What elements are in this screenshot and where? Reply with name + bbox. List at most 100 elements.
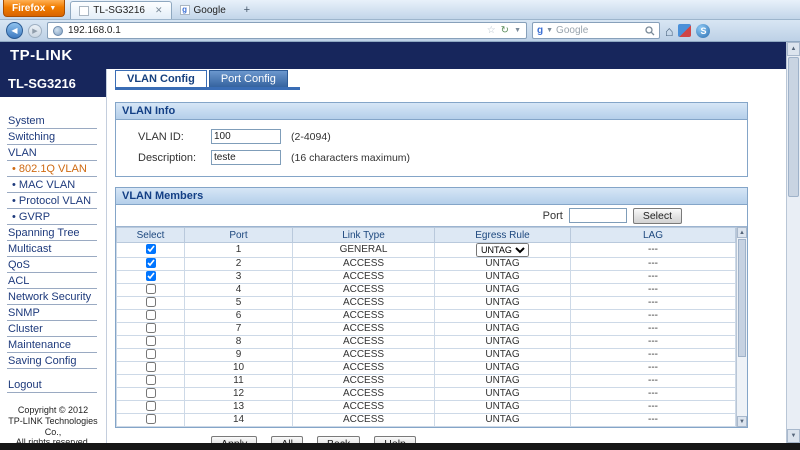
sidebar-item-cluster[interactable]: Cluster bbox=[7, 321, 97, 337]
link-type: ACCESS bbox=[293, 310, 435, 323]
sidebar-item-logout[interactable]: Logout bbox=[7, 377, 97, 393]
search-engine-icon: g bbox=[537, 25, 543, 36]
egress-rule: UNTAG bbox=[435, 414, 571, 427]
vlan-id-input[interactable] bbox=[211, 129, 281, 144]
sidebar-item-802-1q-vlan[interactable]: • 802.1Q VLAN bbox=[7, 161, 97, 177]
vlan-member-row: 10ACCESSUNTAG--- bbox=[117, 362, 736, 375]
egress-rule: UNTAG bbox=[435, 310, 571, 323]
browser-scrollbar[interactable]: ▲ ▼ bbox=[786, 42, 800, 443]
port-select-checkbox[interactable] bbox=[146, 284, 156, 294]
lag-value: --- bbox=[571, 323, 736, 336]
lag-value: --- bbox=[571, 375, 736, 388]
port-select-checkbox[interactable] bbox=[146, 271, 156, 281]
vlan-member-row: 12ACCESSUNTAG--- bbox=[117, 388, 736, 401]
bookmark-star-icon[interactable]: ☆ bbox=[487, 25, 496, 36]
sidebar-item-qos[interactable]: QoS bbox=[7, 257, 97, 273]
port-filter-input[interactable] bbox=[569, 208, 627, 223]
tplink-logo: TP-LINK bbox=[10, 47, 73, 64]
reload-icon[interactable]: ↻ bbox=[501, 25, 509, 36]
port-select-checkbox[interactable] bbox=[146, 297, 156, 307]
copyright-text: Copyright © 2012 TP-LINK Technologies Co… bbox=[0, 405, 106, 443]
vlan-members-table-wrap: Select Port Link Type Egress Rule LAG 1G… bbox=[116, 226, 747, 427]
firefox-menu-button[interactable]: Firefox ▼ bbox=[3, 0, 65, 17]
scroll-up-icon[interactable]: ▲ bbox=[737, 227, 747, 238]
port-select-checkbox[interactable] bbox=[146, 388, 156, 398]
sidebar-item-mac-vlan[interactable]: • MAC VLAN bbox=[7, 177, 97, 193]
url-dropdown-icon[interactable]: ▼ bbox=[514, 27, 521, 34]
port-select-checkbox[interactable] bbox=[146, 244, 156, 254]
table-scrollbar[interactable]: ▲ ▼ bbox=[736, 227, 747, 427]
search-icon[interactable] bbox=[645, 26, 655, 36]
col-egress-rule: Egress Rule bbox=[435, 228, 571, 243]
sidebar-item-multicast[interactable]: Multicast bbox=[7, 241, 97, 257]
search-input[interactable]: Google bbox=[556, 25, 642, 36]
scrollbar-thumb[interactable] bbox=[788, 57, 799, 197]
forward-button[interactable]: ▶ bbox=[28, 24, 42, 38]
sidebar-item-maintenance[interactable]: Maintenance bbox=[7, 337, 97, 353]
addon-icon-round[interactable]: S bbox=[696, 24, 710, 38]
browser-navbar: ◀ ▶ 192.168.0.1 ☆ ↻ ▼ g ▼ Google ⌂ S bbox=[0, 20, 800, 42]
content-tabstrip: VLAN Config Port Config bbox=[115, 70, 300, 90]
sidebar-item-gvrp[interactable]: • GVRP bbox=[7, 209, 97, 225]
apply-button[interactable]: Apply bbox=[211, 436, 257, 443]
addon-icon[interactable] bbox=[678, 24, 691, 37]
search-box[interactable]: g ▼ Google bbox=[532, 22, 660, 39]
sidebar-item-switching[interactable]: Switching bbox=[7, 129, 97, 145]
lag-value: --- bbox=[571, 243, 736, 258]
port-select-checkbox[interactable] bbox=[146, 375, 156, 385]
scroll-down-icon[interactable]: ▼ bbox=[787, 429, 800, 443]
browser-tab-tl-sg3216[interactable]: TL-SG3216 ✕ bbox=[70, 1, 171, 19]
vlan-member-row: 13ACCESSUNTAG--- bbox=[117, 401, 736, 414]
port-filter-label: Port bbox=[543, 210, 563, 222]
sidebar-item-spanning-tree[interactable]: Spanning Tree bbox=[7, 225, 97, 241]
scroll-down-icon[interactable]: ▼ bbox=[737, 416, 747, 427]
sidebar-item-system[interactable]: System bbox=[7, 113, 97, 129]
link-type: GENERAL bbox=[293, 243, 435, 258]
egress-rule: UNTAG bbox=[435, 336, 571, 349]
home-icon[interactable]: ⌂ bbox=[665, 24, 673, 38]
search-engine-dropdown-icon[interactable]: ▼ bbox=[546, 27, 553, 34]
site-identity-icon[interactable] bbox=[53, 26, 63, 36]
scroll-up-icon[interactable]: ▲ bbox=[787, 42, 800, 56]
egress-rule-select[interactable]: UNTAG bbox=[476, 243, 529, 257]
sidebar-item-saving-config[interactable]: Saving Config bbox=[7, 353, 97, 369]
sidebar-item-acl[interactable]: ACL bbox=[7, 273, 97, 289]
port-select-checkbox[interactable] bbox=[146, 258, 156, 268]
scrollbar-thumb[interactable] bbox=[738, 239, 746, 357]
url-bar[interactable]: 192.168.0.1 ☆ ↻ ▼ bbox=[47, 22, 527, 39]
port-select-checkbox[interactable] bbox=[146, 310, 156, 320]
sidebar-item-vlan[interactable]: VLAN bbox=[7, 145, 97, 161]
url-text[interactable]: 192.168.0.1 bbox=[68, 25, 482, 36]
vlan-member-row: 1GENERALUNTAG--- bbox=[117, 243, 736, 258]
egress-rule: UNTAG bbox=[435, 243, 571, 258]
sidebar-item-network-security[interactable]: Network Security bbox=[7, 289, 97, 305]
help-button[interactable]: Help bbox=[374, 436, 416, 443]
sidebar-item-protocol-vlan[interactable]: • Protocol VLAN bbox=[7, 193, 97, 209]
tab-close-icon[interactable]: ✕ bbox=[155, 5, 163, 16]
browser-tab-google[interactable]: g Google bbox=[172, 1, 234, 19]
description-input[interactable] bbox=[211, 150, 281, 165]
vlan-member-row: 8ACCESSUNTAG--- bbox=[117, 336, 736, 349]
port-select-checkbox[interactable] bbox=[146, 336, 156, 346]
link-type: ACCESS bbox=[293, 375, 435, 388]
tab-vlan-config[interactable]: VLAN Config bbox=[115, 70, 207, 87]
port-select-checkbox[interactable] bbox=[146, 362, 156, 372]
select-button[interactable]: Select bbox=[633, 208, 682, 224]
tab-port-config[interactable]: Port Config bbox=[209, 70, 288, 87]
new-tab-button[interactable]: + bbox=[238, 3, 256, 17]
port-number: 13 bbox=[185, 401, 293, 414]
lag-value: --- bbox=[571, 401, 736, 414]
port-select-checkbox[interactable] bbox=[146, 414, 156, 424]
back-button[interactable]: ◀ bbox=[6, 22, 23, 39]
all-button[interactable]: All bbox=[271, 436, 303, 443]
egress-rule: UNTAG bbox=[435, 375, 571, 388]
vlan-member-row: 9ACCESSUNTAG--- bbox=[117, 349, 736, 362]
egress-rule: UNTAG bbox=[435, 297, 571, 310]
port-select-checkbox[interactable] bbox=[146, 349, 156, 359]
port-select-checkbox[interactable] bbox=[146, 323, 156, 333]
sidebar-item-snmp[interactable]: SNMP bbox=[7, 305, 97, 321]
vlan-member-row: 7ACCESSUNTAG--- bbox=[117, 323, 736, 336]
back-button[interactable]: Back bbox=[317, 436, 360, 443]
port-number: 8 bbox=[185, 336, 293, 349]
port-select-checkbox[interactable] bbox=[146, 401, 156, 411]
